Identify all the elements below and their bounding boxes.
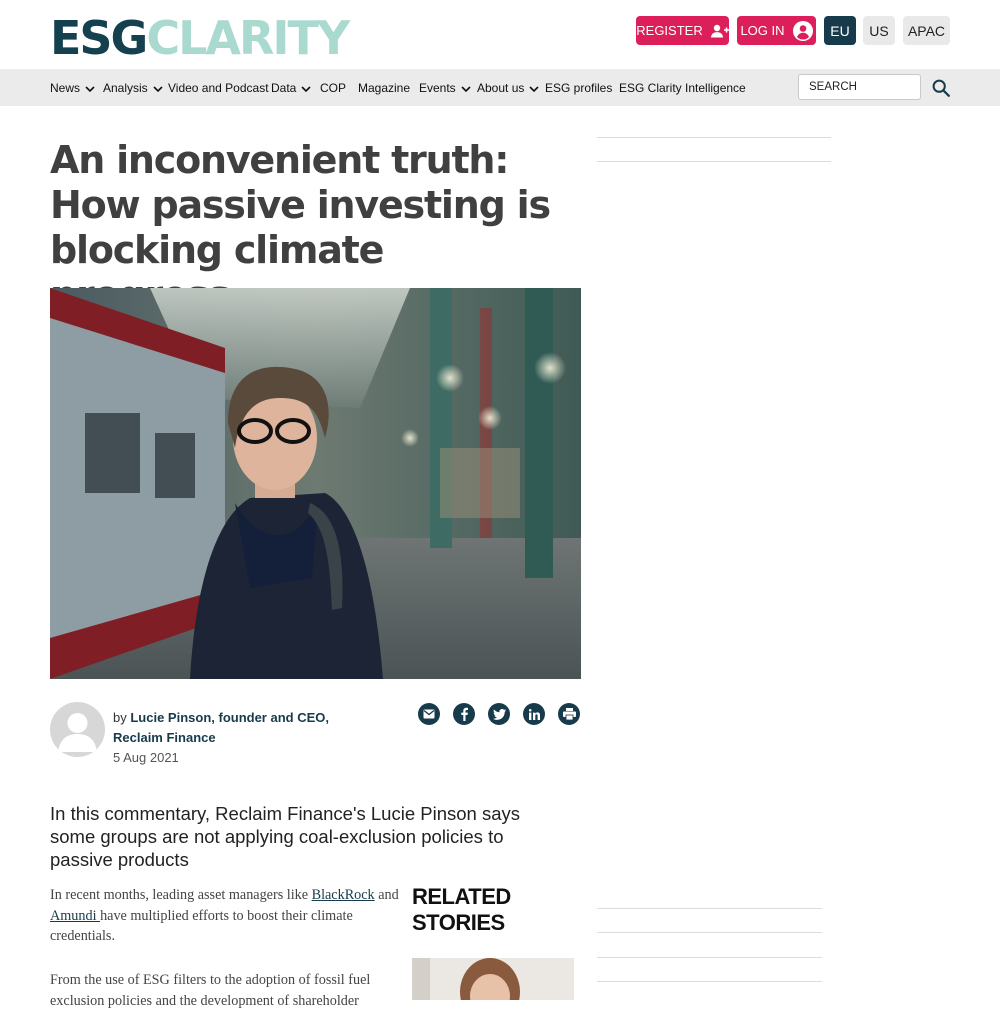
nav-item-video-podcast[interactable]: Video and Podcast [168,69,269,106]
amundi-link[interactable]: Amundi [50,908,100,924]
sidebar-divider [597,137,831,138]
register-button[interactable]: REGISTER [636,16,729,45]
email-share-button[interactable] [418,703,440,725]
facebook-icon [461,707,468,721]
nav-item-esg-clarity-intelligence[interactable]: ESG Clarity Intelligence [619,69,746,106]
linkedin-icon [528,708,540,720]
related-story-thumbnail[interactable] [412,958,574,1000]
nav-item-cop[interactable]: COP [320,69,346,106]
chevron-down-icon [461,86,471,92]
nav-item-data[interactable]: Data [271,69,311,106]
add-user-icon [710,24,729,37]
sidebar-divider [597,932,822,933]
article-paragraph: From the use of ESG filters to the adopt… [50,972,371,1009]
main-nav: News Analysis Video and Podcast Data COP… [0,69,1000,106]
site-header: ESGCLARITY REGISTER LOG IN EU US APAC [0,0,1000,68]
article-hero-image [50,288,581,679]
sidebar-divider [597,161,831,162]
sidebar-divider [597,981,822,982]
linkedin-share-button[interactable] [523,703,545,725]
chevron-down-icon [85,86,95,92]
twitter-share-button[interactable] [488,703,510,725]
nav-item-news[interactable]: News [50,69,95,106]
email-icon [423,709,435,719]
nav-item-analysis[interactable]: Analysis [103,69,163,106]
print-share-button[interactable] [558,703,580,725]
sidebar-divider [597,908,822,909]
author-link[interactable]: Lucie Pinson, founder and CEO, Reclaim F… [113,710,329,745]
chevron-down-icon [529,86,539,92]
article-standfirst: In this commentary, Reclaim Finance's Lu… [50,803,520,870]
region-eu-button[interactable]: EU [824,16,856,45]
twitter-icon [492,708,506,720]
article-date: 5 Aug 2021 [113,750,179,765]
nav-item-about-us[interactable]: About us [477,69,539,106]
nav-item-magazine[interactable]: Magazine [358,69,410,106]
chevron-down-icon [301,86,311,92]
chevron-down-icon [153,86,163,92]
nav-item-esg-profiles[interactable]: ESG profiles [545,69,612,106]
region-apac-button[interactable]: APAC [903,16,950,45]
nav-item-events[interactable]: Events [419,69,471,106]
user-circle-icon [792,20,813,41]
region-us-button[interactable]: US [863,16,895,45]
search-icon[interactable] [932,79,950,97]
facebook-share-button[interactable] [453,703,475,725]
sidebar-divider [597,957,822,958]
esg-clarity-logo[interactable]: ESGCLARITY [50,12,350,64]
print-icon [562,708,576,720]
login-button[interactable]: LOG IN [737,16,816,45]
article-paragraph: In recent months, leading asset managers… [50,887,399,944]
author-avatar [50,702,105,757]
related-stories-heading: RELATED STORIES [412,884,511,935]
search-input[interactable] [798,74,921,100]
blackrock-link[interactable]: BlackRock [312,887,375,903]
article-byline: by Lucie Pinson, founder and CEO, Reclai… [113,710,329,745]
